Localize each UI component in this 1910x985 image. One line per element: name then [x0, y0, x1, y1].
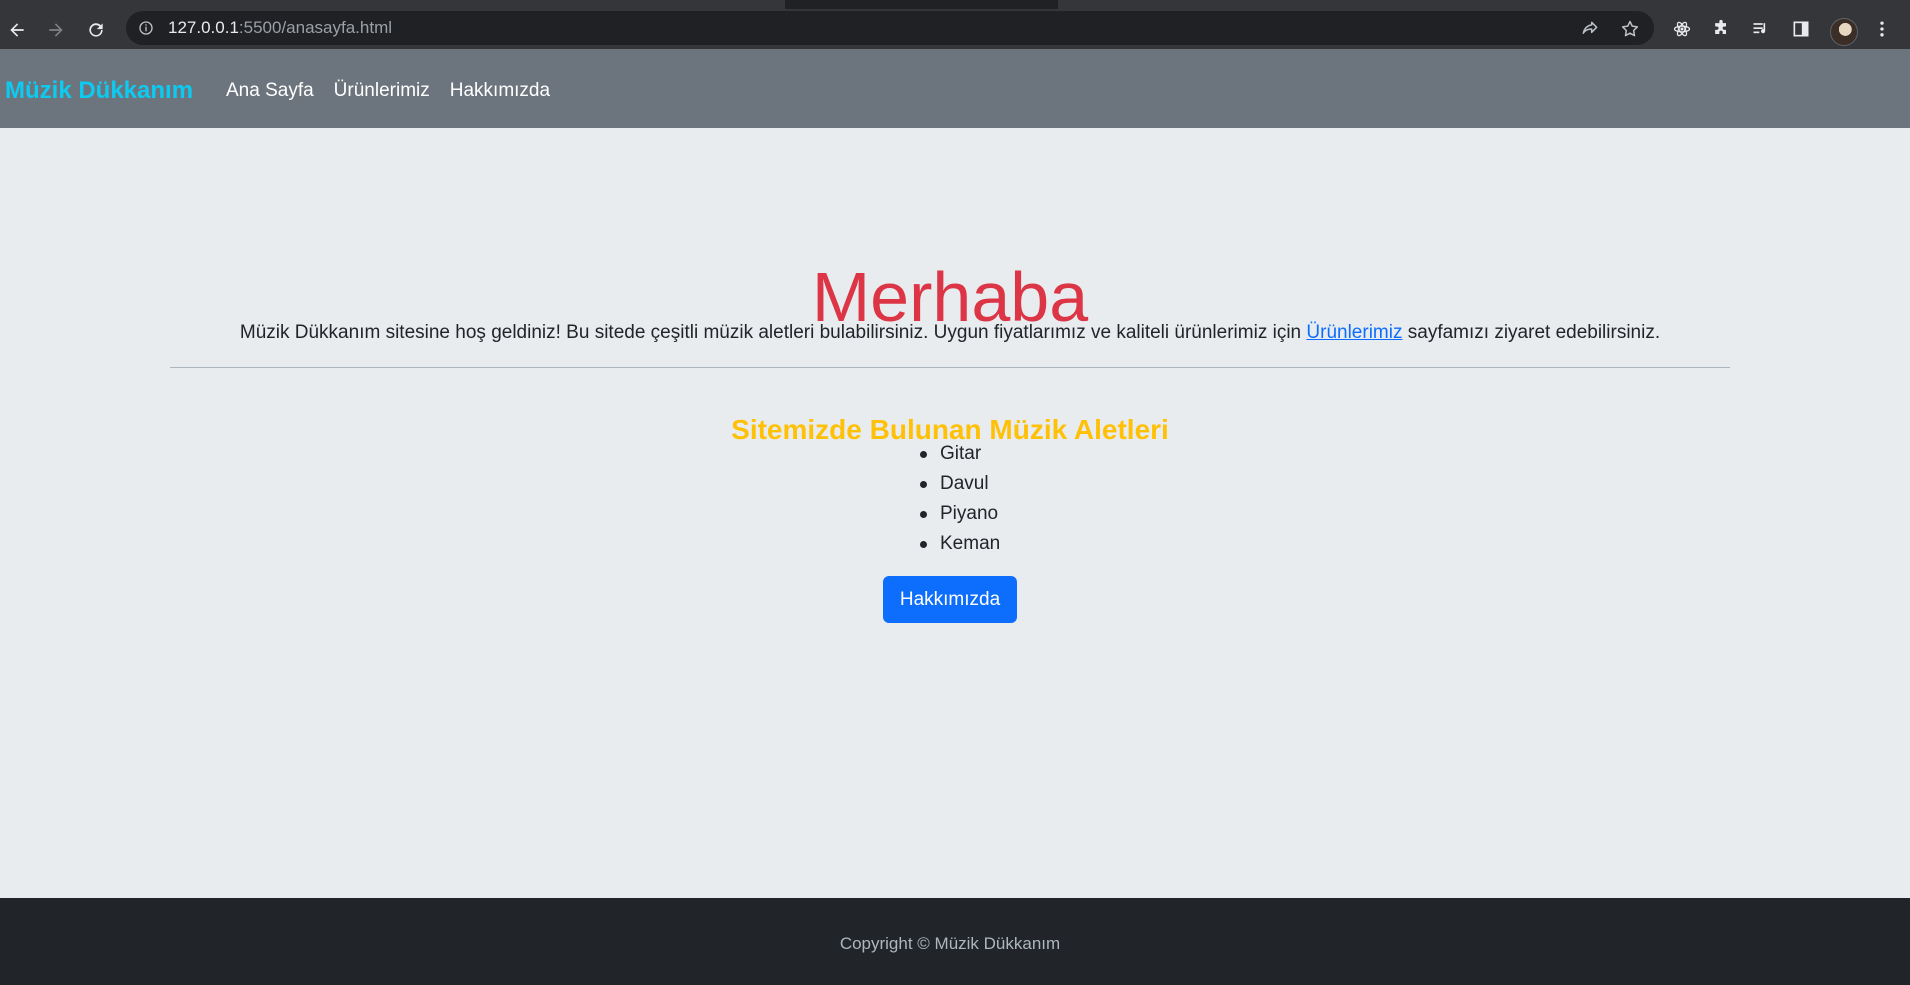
star-icon[interactable]: [1620, 19, 1640, 39]
list-item: Piyano: [920, 499, 1000, 529]
list-item-label: Davul: [940, 473, 989, 494]
back-icon[interactable]: [4, 17, 30, 43]
url-host: 127.0.0.1: [168, 18, 239, 37]
nav-link-home[interactable]: Ana Sayfa: [226, 80, 314, 102]
hero-text-end: sayfamızı ziyaret edebilirsiniz.: [1402, 322, 1661, 343]
list-item: Gitar: [920, 439, 1000, 469]
address-bar[interactable]: 127.0.0.1:5500/anasayfa.html: [126, 11, 1654, 45]
side-panel-icon[interactable]: [1791, 19, 1811, 39]
about-button[interactable]: Hakkımızda: [883, 576, 1017, 623]
list-item: Davul: [920, 469, 1000, 499]
brand-logo[interactable]: Müzik Dükkanım: [5, 77, 193, 105]
list-item: Keman: [920, 529, 1001, 559]
url-text[interactable]: 127.0.0.1:5500/anasayfa.html: [168, 18, 392, 38]
react-devtools-icon[interactable]: [1672, 19, 1692, 39]
site-navbar: Müzik Dükkanım Ana Sayfa Ürünlerimiz Hak…: [0, 49, 1910, 128]
bullet-icon: [920, 541, 927, 548]
main-content: Merhaba Müzik Dükkanım sitesine hoş geld…: [0, 128, 1910, 898]
bullet-icon: [920, 451, 927, 458]
hero-text-start: Müzik Dükkanım sitesine hoş geldiniz! Bu…: [239, 322, 1307, 343]
nav-links: Ana Sayfa Ürünlerimiz Hakkımızda: [226, 80, 550, 102]
tab-strip-left: [0, 0, 785, 9]
url-path: :5500/anasayfa.html: [238, 18, 393, 37]
copyright-text: Copyright © Müzik Dükkanım: [839, 934, 1061, 953]
browser-tabstrip: [0, 0, 1910, 9]
list-item-label: Gitar: [940, 443, 982, 464]
info-icon[interactable]: [138, 20, 154, 36]
list-item-label: Piyano: [940, 503, 999, 524]
reload-icon[interactable]: [83, 17, 109, 43]
browser-toolbar: 127.0.0.1:5500/anasayfa.html: [0, 9, 1910, 49]
hero-text: Müzik Dükkanım sitesine hoş geldiniz! Bu…: [0, 322, 1900, 344]
nav-link-products[interactable]: Ürünlerimiz: [334, 80, 430, 102]
site-footer: Copyright © Müzik Dükkanım: [0, 898, 1910, 985]
media-control-icon[interactable]: [1751, 19, 1771, 39]
instrument-list: Gitar Davul Piyano Keman: [920, 439, 1001, 559]
nav-link-about[interactable]: Hakkımızda: [450, 80, 550, 102]
tab-strip-right: [1058, 0, 1910, 9]
share-icon[interactable]: [1580, 19, 1600, 39]
divider: [170, 367, 1730, 368]
list-item-label: Keman: [940, 533, 1001, 554]
menu-icon[interactable]: [1872, 19, 1892, 39]
extensions-icon[interactable]: [1711, 19, 1731, 39]
bullet-icon: [920, 481, 927, 488]
products-link[interactable]: Ürünlerimiz: [1306, 322, 1402, 343]
bullet-icon: [920, 511, 927, 518]
profile-avatar[interactable]: [1830, 18, 1858, 46]
forward-icon[interactable]: [43, 17, 69, 43]
